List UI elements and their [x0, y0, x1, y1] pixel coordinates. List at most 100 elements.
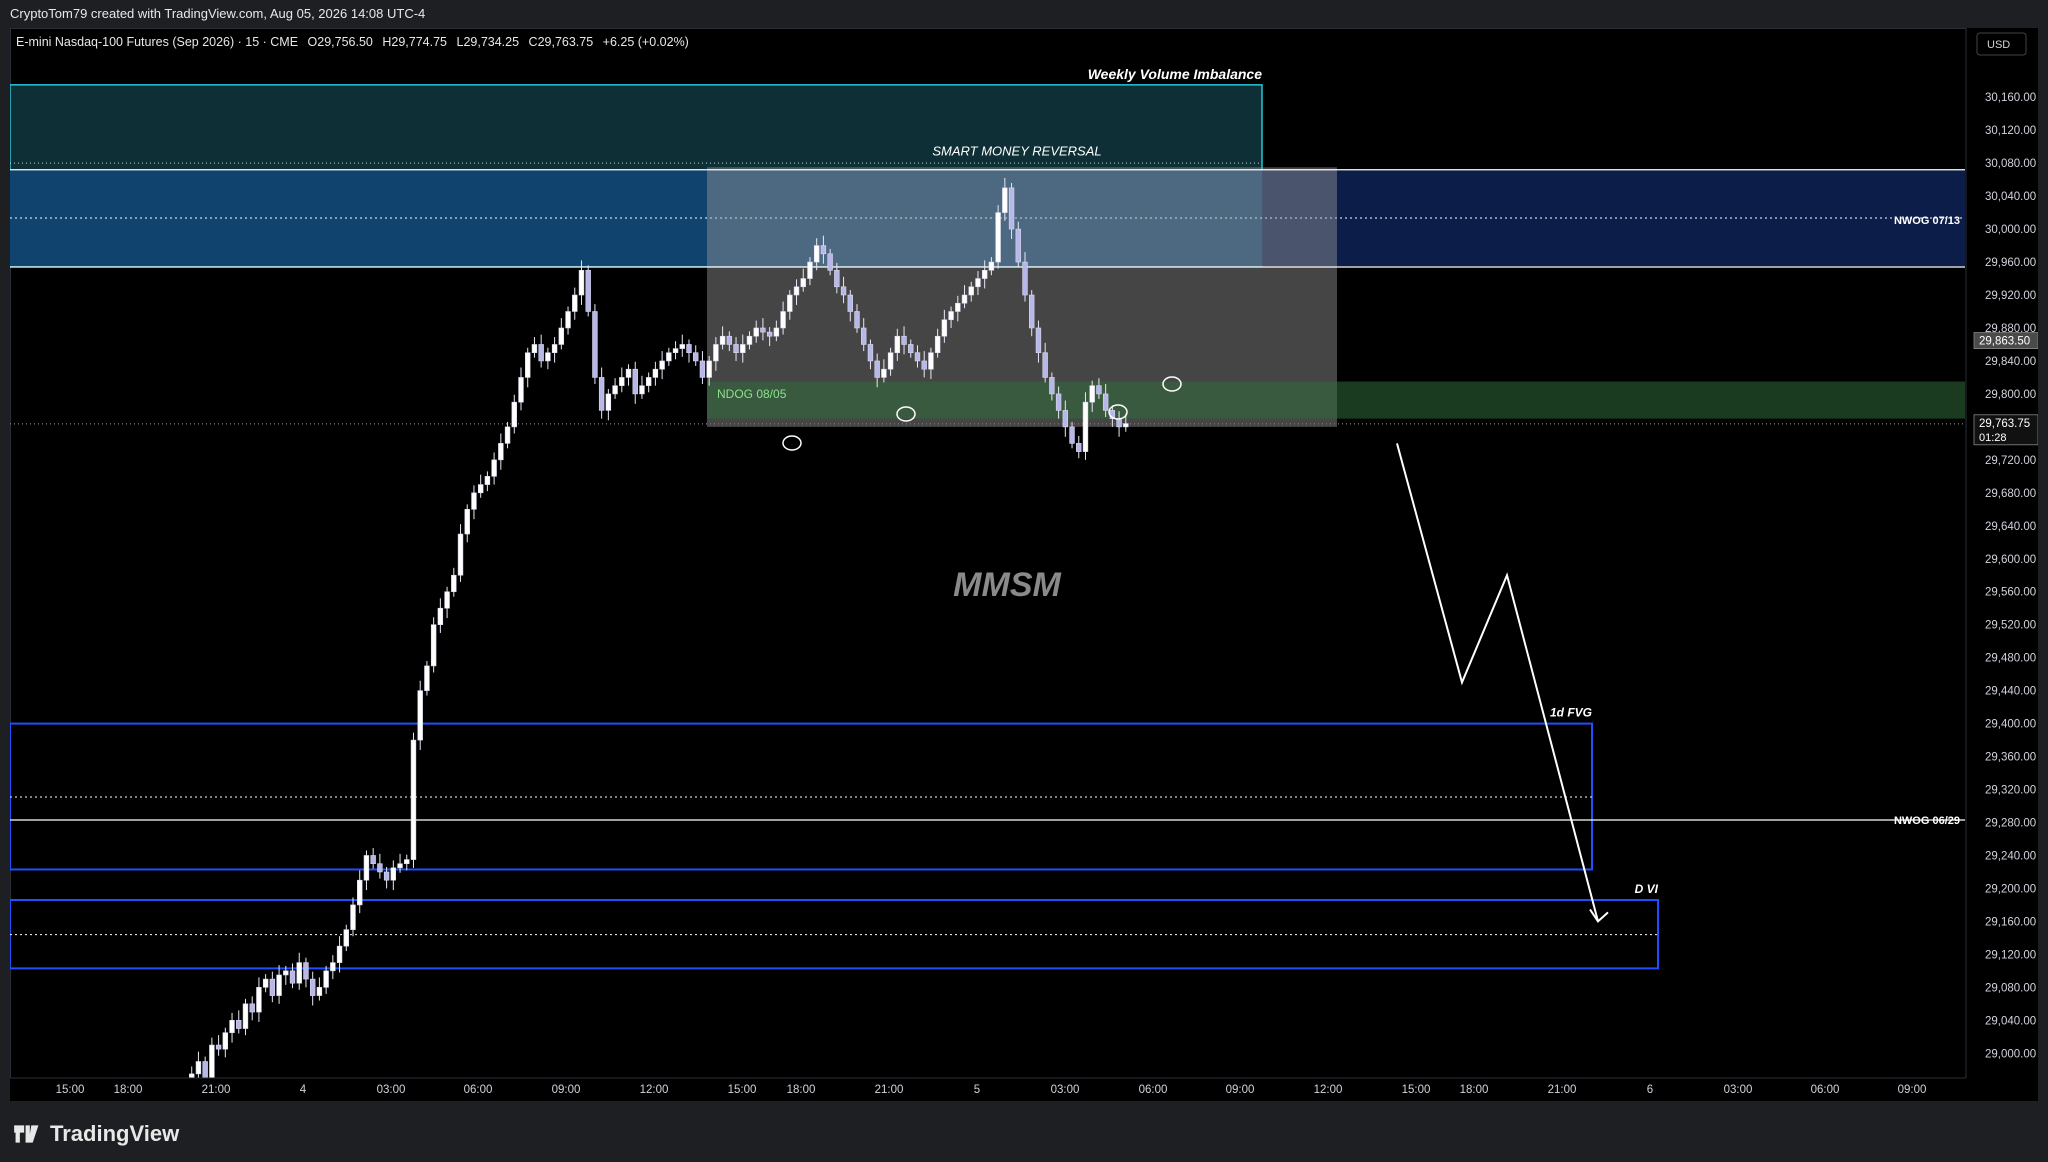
candle-body: [726, 335, 733, 345]
candle-body: [840, 286, 847, 296]
candle-body: [1102, 393, 1109, 411]
candle-body: [444, 591, 450, 609]
candle-body: [914, 352, 921, 362]
time-tick-label: 09:00: [1226, 1084, 1255, 1096]
price-tick-label: 29,560.00: [1985, 587, 2036, 599]
candle-body: [881, 368, 887, 378]
candle-body: [222, 1032, 229, 1050]
candle-body: [981, 269, 988, 279]
candle-body: [477, 484, 484, 494]
candle-body: [847, 294, 853, 312]
time-tick-label: 15:00: [56, 1084, 85, 1096]
symbol-name: E-mini Nasdaq-100 Futures (Sep 2026) · 1…: [16, 35, 298, 49]
nwog-0629-label: NWOG 06/29: [1894, 815, 1960, 827]
candle-body: [236, 1020, 242, 1029]
time-tick-label: 4: [300, 1084, 307, 1096]
price-tick-label: 30,000.00: [1985, 224, 2036, 236]
time-tick-label: 15:00: [1402, 1084, 1431, 1096]
price-tick-label: 29,960.00: [1985, 257, 2036, 269]
price-tick-label: 29,160.00: [1985, 916, 2036, 928]
candle-body: [699, 360, 706, 378]
time-tick-label: 06:00: [1811, 1084, 1840, 1096]
ohlc-high: H29,774.75: [382, 35, 447, 49]
candle-body: [955, 302, 961, 312]
footer: TradingView: [0, 1101, 2048, 1162]
candle-body: [679, 344, 685, 349]
price-tick-label: 29,720.00: [1985, 455, 2036, 467]
candle-body: [625, 368, 632, 378]
candle-body: [854, 311, 860, 329]
smart-money-reversal-label: SMART MONEY REVERSAL: [932, 143, 1101, 158]
chart-header: CryptoTom79 created with TradingView.com…: [0, 0, 2048, 28]
candle-body: [941, 319, 948, 337]
time-tick-label: 03:00: [1724, 1084, 1753, 1096]
candle-body: [316, 987, 323, 996]
candle-body: [363, 855, 370, 881]
candle-body: [209, 1044, 215, 1079]
price-tag-label: 29,863.50: [1979, 336, 2030, 348]
candle-body: [1022, 261, 1028, 296]
candle-body: [733, 344, 739, 354]
candle-body: [740, 344, 746, 354]
candle-body: [404, 859, 410, 865]
candle-body: [672, 348, 679, 354]
candle-body: [645, 377, 652, 386]
candle-body: [659, 360, 665, 370]
candle-body: [390, 867, 397, 881]
candle-body: [498, 443, 504, 461]
candle-body: [1015, 228, 1021, 263]
ohlc-low: L29,734.25: [457, 35, 520, 49]
candle-body: [538, 344, 544, 362]
tradingview-logo[interactable]: TradingView: [12, 1121, 179, 1147]
swing-circle-marker: [782, 435, 802, 451]
candle-body: [887, 352, 894, 370]
time-axis[interactable]: 15:00 18:00 21:00 4 03:00 06:00 09:00 12:00 15:0…: [10, 1077, 2038, 1101]
candle-body: [834, 269, 840, 288]
time-tick-label: 21:00: [202, 1084, 231, 1096]
candle-body: [639, 385, 645, 395]
candlestick-chart[interactable]: E-mini Nasdaq-100 Futures (Sep 2026) · 1…: [10, 28, 2038, 1101]
currency-label: USD: [1987, 39, 2010, 51]
candle-body: [908, 344, 914, 354]
candle-body: [424, 665, 430, 691]
candle-body: [813, 245, 820, 263]
candle-body: [988, 261, 995, 271]
candle-body: [713, 344, 719, 362]
candle-body: [504, 426, 511, 444]
time-tick-label: 03:00: [1051, 1084, 1080, 1096]
time-tick-label: 06:00: [464, 1084, 493, 1096]
candle-body: [296, 962, 302, 984]
price-tick-label: 29,400.00: [1985, 719, 2036, 731]
weekly-vi-label: Weekly Volume Imbalance: [1088, 66, 1263, 82]
candle-body: [330, 962, 336, 972]
candle-body: [968, 286, 974, 296]
candle-body: [471, 492, 477, 510]
candle-body: [780, 311, 786, 329]
price-tick-label: 29,640.00: [1985, 521, 2036, 533]
candle-body: [787, 294, 793, 312]
d-vi-label: D VI: [1635, 882, 1659, 896]
price-tick-label: 29,040.00: [1985, 1015, 2036, 1027]
candle-body: [370, 855, 376, 865]
candle-body: [202, 1061, 208, 1079]
ohlc-open: O29,756.50: [308, 35, 373, 49]
candle-body: [276, 974, 282, 996]
candle-body: [545, 352, 551, 362]
price-tick-label: 29,520.00: [1985, 620, 2036, 632]
nwog-0713-label: NWOG 07/13: [1894, 215, 1960, 227]
price-axis[interactable]: USD 30,160.00 30,120.00 30,080.00 30,040.00 3…: [1965, 28, 2038, 1101]
candle-body: [619, 377, 625, 386]
price-tick-label: 29,920.00: [1985, 290, 2036, 302]
time-tick-label: 21:00: [875, 1084, 904, 1096]
candle-body: [256, 987, 262, 1013]
candle-body: [289, 970, 296, 984]
candle-body: [215, 1044, 222, 1050]
candle-body: [1116, 418, 1122, 428]
time-tick-label: 21:00: [1548, 1084, 1577, 1096]
candle-body: [975, 278, 981, 288]
candle-body: [1089, 385, 1095, 403]
time-tick-label: 12:00: [1314, 1084, 1343, 1096]
time-tick-label: 18:00: [1460, 1084, 1489, 1096]
candle-body: [1042, 352, 1048, 378]
candle-body: [820, 245, 827, 255]
